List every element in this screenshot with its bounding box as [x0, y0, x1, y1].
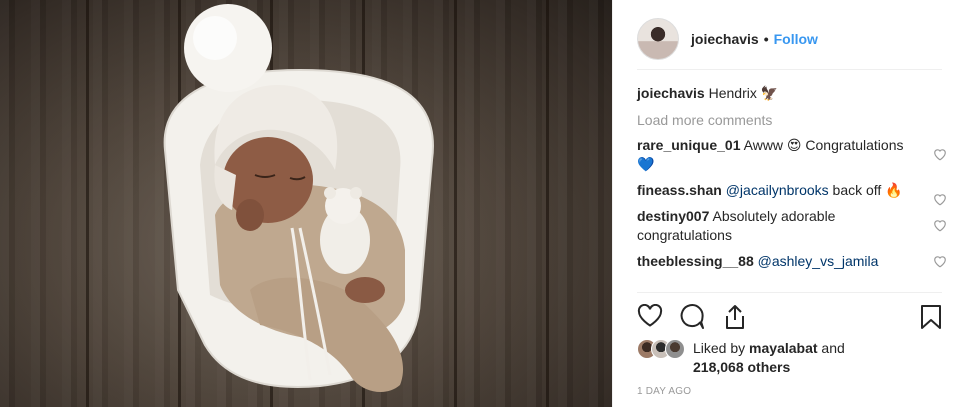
small-heart-icon[interactable] — [933, 148, 947, 161]
post-photo[interactable] — [0, 0, 612, 407]
comment-username[interactable]: theeblessing__88 — [637, 253, 754, 269]
heart-icon[interactable] — [637, 304, 663, 328]
small-heart-icon[interactable] — [933, 255, 947, 268]
comment-username[interactable]: rare_unique_01 — [637, 137, 741, 153]
caption-text: Hendrix 🦅 — [708, 85, 779, 101]
liked-by-and: and — [817, 340, 845, 356]
liked-by-text: Liked by mayalabat and 218,068 others — [693, 339, 933, 377]
load-more-comments[interactable]: Load more comments — [637, 111, 943, 129]
newborn-photo-illustration — [163, 4, 434, 393]
small-heart-icon[interactable] — [933, 219, 947, 232]
header-username[interactable]: joiechavis — [691, 31, 759, 47]
comment-username[interactable]: destiny007 — [637, 208, 709, 224]
liked-by-user[interactable]: mayalabat — [749, 340, 817, 356]
comment-icon[interactable] — [679, 304, 705, 330]
bookmark-icon[interactable] — [920, 304, 942, 330]
post-sidebar: joiechavis • Follow joiechavis Hendrix 🦅… — [612, 0, 960, 407]
share-icon[interactable] — [723, 304, 747, 330]
baby-hand — [345, 277, 385, 303]
action-bar — [637, 304, 942, 330]
caption-username[interactable]: joiechavis — [637, 85, 705, 101]
post-timestamp[interactable]: 1 DAY AGO — [637, 386, 691, 397]
avatar[interactable] — [637, 17, 679, 60]
small-heart-icon[interactable] — [933, 193, 947, 206]
comment-mention[interactable]: @jacailynbrooks — [726, 182, 829, 198]
likes-count[interactable]: 218,068 others — [693, 359, 790, 375]
comment-username[interactable]: fineass.shan — [637, 182, 722, 198]
liked-by-prefix: Liked by — [693, 340, 750, 356]
post-header: joiechavis • Follow — [637, 8, 942, 70]
divider — [637, 292, 942, 293]
follow-button[interactable]: Follow — [774, 31, 818, 47]
comment: destiny007 Absolutely adorable congratul… — [637, 207, 946, 245]
comments-list: joiechavis Hendrix 🦅 Load more comments … — [637, 84, 946, 271]
liker-avatars — [637, 339, 691, 361]
comment-mention[interactable]: @ashley_vs_jamila — [758, 253, 879, 269]
liker-avatar — [665, 339, 685, 359]
comment: theeblessing__88 @ashley_vs_jamila — [637, 252, 946, 271]
caption: joiechavis Hendrix 🦅 — [637, 84, 943, 102]
likes-summary: Liked by mayalabat and 218,068 others — [637, 339, 933, 377]
comment-text: back off 🔥 — [828, 182, 903, 198]
separator-dot: • — [763, 30, 769, 47]
comment: rare_unique_01 Awww 😍 Congratulations 💙 — [637, 136, 946, 174]
comment: fineass.shan @jacailynbrooks back off 🔥 — [637, 181, 946, 206]
